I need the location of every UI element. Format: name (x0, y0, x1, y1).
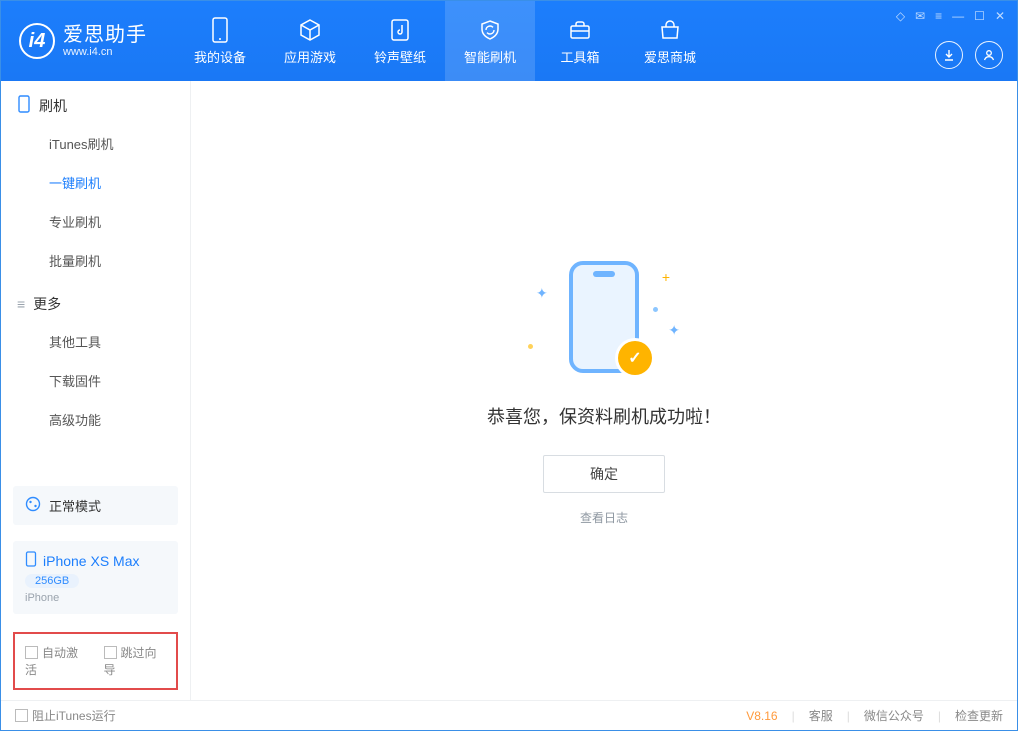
sidebar-item-itunes-flash[interactable]: iTunes刷机 (1, 124, 190, 163)
tab-label: 铃声壁纸 (374, 47, 426, 66)
sparkle-icon: ✦ (536, 285, 548, 302)
checkbox-block-itunes[interactable]: 阻止iTunes运行 (15, 707, 116, 724)
tab-store[interactable]: 爱思商城 (625, 1, 715, 81)
device-icon (207, 17, 233, 43)
device-phone-icon (25, 551, 37, 570)
app-subtitle: www.i4.cn (63, 46, 147, 58)
tab-label: 我的设备 (194, 47, 246, 66)
tab-toolbox[interactable]: 工具箱 (535, 1, 625, 81)
sidebar-section-flash: 刷机 (1, 81, 190, 124)
sidebar-item-advanced[interactable]: 高级功能 (1, 400, 190, 439)
mode-icon (25, 496, 41, 515)
app-window: i4 爱思助手 www.i4.cn 我的设备 应用游戏 铃声壁纸 智能刷机 (0, 0, 1018, 731)
checkbox-skip-guide[interactable]: 跳过向导 (104, 644, 167, 678)
mode-label: 正常模式 (49, 496, 101, 515)
device-type-label: iPhone (25, 592, 59, 604)
checkmark-badge-icon: ✓ (618, 341, 652, 375)
cube-icon (297, 17, 323, 43)
version-label: V8.16 (746, 709, 777, 723)
section-title-label: 刷机 (39, 96, 67, 116)
list-icon: ≡ (17, 296, 25, 312)
device-storage-badge: 256GB (25, 574, 79, 588)
body: 刷机 iTunes刷机 一键刷机 专业刷机 批量刷机 ≡ 更多 其他工具 下载固… (1, 81, 1017, 700)
device-name-label: iPhone XS Max (43, 553, 140, 569)
tab-my-device[interactable]: 我的设备 (175, 1, 265, 81)
success-message: 恭喜您，保资料刷机成功啦！ (487, 403, 721, 429)
tab-label: 智能刷机 (464, 47, 516, 66)
dot-icon (528, 344, 533, 349)
footer: 阻止iTunes运行 V8.16 | 客服 | 微信公众号 | 检查更新 (1, 700, 1017, 730)
refresh-shield-icon (477, 17, 503, 43)
sidebar-item-download-firmware[interactable]: 下载固件 (1, 361, 190, 400)
nav-tabs: 我的设备 应用游戏 铃声壁纸 智能刷机 工具箱 爱思商城 (175, 1, 715, 81)
highlighted-options-box: 自动激活 跳过向导 (13, 632, 178, 690)
window-controls: ◇ ✉ ≡ — ☐ ✕ (896, 9, 1005, 23)
device-panel[interactable]: iPhone XS Max 256GB iPhone (13, 541, 178, 614)
footer-link-check-update[interactable]: 检查更新 (955, 707, 1003, 724)
sidebar-item-other-tools[interactable]: 其他工具 (1, 322, 190, 361)
feedback-icon[interactable]: ✉ (915, 9, 925, 23)
app-title: 爱思助手 (63, 24, 147, 46)
section-title-label: 更多 (33, 294, 61, 314)
music-note-icon (387, 17, 413, 43)
logo[interactable]: i4 爱思助手 www.i4.cn (1, 23, 165, 59)
sidebar-item-pro-flash[interactable]: 专业刷机 (1, 202, 190, 241)
tab-label: 应用游戏 (284, 47, 336, 66)
tab-apps-games[interactable]: 应用游戏 (265, 1, 355, 81)
maximize-button[interactable]: ☐ (974, 9, 985, 23)
success-illustration: ✦ + ✦ ✓ (524, 255, 684, 385)
sidebar: 刷机 iTunes刷机 一键刷机 专业刷机 批量刷机 ≡ 更多 其他工具 下载固… (1, 81, 191, 700)
footer-link-wechat[interactable]: 微信公众号 (864, 707, 924, 724)
sparkle-icon: + (662, 269, 670, 285)
download-button[interactable] (935, 41, 963, 69)
tab-ringtones-wallpapers[interactable]: 铃声壁纸 (355, 1, 445, 81)
logo-icon: i4 (19, 23, 55, 59)
skin-icon[interactable]: ◇ (896, 9, 905, 23)
header-actions (935, 41, 1003, 69)
mode-panel[interactable]: 正常模式 (13, 486, 178, 525)
sparkle-icon: ✦ (668, 322, 680, 339)
menu-icon[interactable]: ≡ (935, 9, 942, 23)
close-button[interactable]: ✕ (995, 9, 1005, 23)
sidebar-section-more: ≡ 更多 (1, 280, 190, 322)
account-button[interactable] (975, 41, 1003, 69)
store-icon (657, 17, 683, 43)
minimize-button[interactable]: — (952, 9, 964, 23)
header: i4 爱思助手 www.i4.cn 我的设备 应用游戏 铃声壁纸 智能刷机 (1, 1, 1017, 81)
toolbox-icon (567, 17, 593, 43)
dot-icon (653, 307, 658, 312)
ok-button[interactable]: 确定 (543, 455, 665, 493)
footer-link-support[interactable]: 客服 (809, 707, 833, 724)
checkbox-auto-activate[interactable]: 自动激活 (25, 644, 88, 678)
main-content: ✦ + ✦ ✓ 恭喜您，保资料刷机成功啦！ 确定 查看日志 (191, 81, 1017, 700)
sidebar-item-batch-flash[interactable]: 批量刷机 (1, 241, 190, 280)
tab-label: 爱思商城 (644, 47, 696, 66)
view-log-link[interactable]: 查看日志 (580, 509, 628, 526)
tab-label: 工具箱 (560, 47, 599, 66)
phone-icon (17, 95, 31, 116)
tab-smart-flash[interactable]: 智能刷机 (445, 1, 535, 81)
sidebar-item-oneclick-flash[interactable]: 一键刷机 (1, 163, 190, 202)
